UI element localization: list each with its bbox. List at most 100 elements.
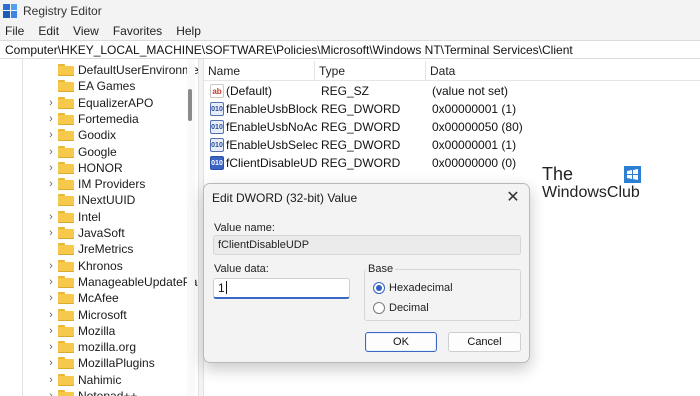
value-row[interactable]: 010 fEnableUsbNoAc... REG_DWORD 0x00000050 … — [204, 118, 700, 136]
chevron-right-icon[interactable]: › — [45, 111, 57, 127]
chevron-right-icon[interactable]: › — [45, 258, 57, 274]
tree-item[interactable]: › Mozilla — [0, 323, 190, 339]
chevron-right-icon[interactable]: › — [45, 290, 57, 306]
tree-item-label: McAfee — [78, 291, 119, 306]
folder-icon — [58, 259, 74, 272]
tree-item[interactable]: › HONOR — [0, 160, 190, 176]
value-name: fEnableUsbSelec... — [226, 138, 318, 152]
chevron-right-icon[interactable]: › — [45, 160, 57, 176]
tree-item[interactable]: › Notepad++ — [0, 388, 190, 396]
tree-item[interactable]: › Fortemedia — [0, 111, 190, 127]
chevron-right-icon[interactable]: › — [45, 127, 57, 143]
dword-value-icon: 010 — [210, 156, 224, 170]
folder-icon — [58, 112, 74, 125]
tree-item[interactable]: › MozillaPlugins — [0, 355, 190, 371]
ok-button[interactable]: OK — [365, 332, 437, 352]
tree-item[interactable]: › Khronos — [0, 258, 190, 274]
column-header-name[interactable]: Name — [204, 61, 315, 81]
close-icon[interactable]: ✕ — [500, 186, 526, 210]
tree-item[interactable]: › IM Providers — [0, 176, 190, 192]
radio-hexadecimal[interactable]: Hexadecimal — [373, 280, 453, 296]
dialog-title-bar[interactable]: Edit DWORD (32-bit) Value ✕ — [204, 184, 529, 213]
tree-scrollbar-thumb[interactable] — [188, 89, 192, 121]
chevron-right-icon[interactable]: › — [45, 307, 57, 323]
value-type: REG_DWORD — [321, 138, 401, 152]
tree-item[interactable]: EA Games — [0, 78, 190, 94]
menu-file[interactable]: File — [5, 24, 24, 38]
value-type: REG_DWORD — [321, 120, 401, 134]
tree-item[interactable]: › Goodix — [0, 127, 190, 143]
value-name-label: Value name: — [214, 222, 275, 234]
tree-item-label: IM Providers — [78, 177, 146, 192]
menu-help[interactable]: Help — [176, 24, 201, 38]
tree-item[interactable]: › JavaSoft — [0, 225, 190, 241]
tree-item-label: Khronos — [78, 258, 123, 273]
radio-selected-icon[interactable] — [373, 282, 385, 294]
value-row[interactable]: 010 fEnableUsbSelec... REG_DWORD 0x00000001… — [204, 136, 700, 154]
tree-item-label: EqualizerAPO — [78, 95, 154, 110]
folder-icon — [58, 210, 74, 223]
menu-bar: File Edit View Favorites Help — [0, 21, 700, 40]
chevron-right-icon[interactable]: › — [45, 209, 57, 225]
tree-item[interactable]: › EqualizerAPO — [0, 95, 190, 111]
chevron-right-icon[interactable]: › — [45, 372, 57, 388]
chevron-right-icon[interactable]: › — [45, 95, 57, 111]
cancel-button[interactable]: Cancel — [448, 332, 521, 352]
chevron-right-icon[interactable]: › — [45, 144, 57, 160]
folder-icon — [58, 96, 74, 109]
registry-editor-icon — [3, 3, 17, 18]
chevron-right-icon[interactable]: › — [45, 355, 57, 371]
tree-item[interactable]: DefaultUserEnvironme — [0, 62, 198, 78]
tree-item[interactable]: › Google — [0, 144, 190, 160]
value-name: fEnableUsbNoAc... — [226, 120, 318, 134]
chevron-right-icon[interactable]: › — [45, 274, 57, 290]
value-data-input[interactable]: 1 — [213, 278, 350, 299]
thewindowsclub-watermark: The WindowsClub — [542, 164, 652, 204]
chevron-right-icon[interactable]: › — [45, 339, 57, 355]
tree-item[interactable]: › Microsoft — [0, 307, 190, 323]
tree-item-label: Goodix — [78, 128, 117, 143]
tree-item[interactable]: › Nahimic — [0, 372, 190, 388]
folder-icon — [58, 243, 74, 256]
value-row[interactable]: 010 fEnableUsbBlock... REG_DWORD 0x00000001… — [204, 100, 700, 118]
radio-decimal-label: Decimal — [389, 302, 429, 314]
tree-item-label: Google — [78, 144, 117, 159]
column-header-type[interactable]: Type — [315, 61, 426, 81]
folder-icon — [58, 341, 74, 354]
tree-item[interactable]: › McAfee — [0, 290, 190, 306]
value-type: REG_SZ — [321, 84, 370, 98]
tree-item[interactable]: › mozilla.org — [0, 339, 190, 355]
menu-view[interactable]: View — [73, 24, 99, 38]
tree-item[interactable]: JreMetrics — [0, 241, 190, 257]
radio-hexadecimal-label: Hexadecimal — [389, 282, 453, 294]
chevron-right-icon[interactable]: › — [45, 388, 57, 396]
tree-item[interactable]: › Intel — [0, 209, 190, 225]
menu-favorites[interactable]: Favorites — [113, 24, 162, 38]
address-bar[interactable]: Computer\HKEY_LOCAL_MACHINE\SOFTWARE\Pol… — [0, 40, 700, 59]
value-row[interactable]: ab (Default) REG_SZ (value not set) — [204, 82, 700, 100]
radio-unselected-icon[interactable] — [373, 302, 385, 314]
tree-item[interactable]: INextUUID — [0, 192, 190, 208]
tree-item-label: JavaSoft — [78, 226, 125, 240]
tree-item[interactable]: › ManageableUpdatePa — [0, 274, 197, 290]
tree-item-label: Microsoft — [78, 307, 127, 322]
value-name-field: fClientDisableUDP — [213, 235, 521, 255]
tree-item-label: mozilla.org — [78, 340, 137, 355]
chevron-right-icon[interactable]: › — [45, 225, 57, 241]
title-bar: Registry Editor — [0, 0, 700, 21]
chevron-right-icon[interactable]: › — [45, 176, 57, 192]
folder-icon — [58, 80, 74, 93]
menu-edit[interactable]: Edit — [38, 24, 59, 38]
dialog-title: Edit DWORD (32-bit) Value — [212, 191, 358, 205]
folder-icon — [58, 161, 74, 174]
value-data-text: 1 — [218, 281, 225, 295]
string-value-icon: ab — [210, 84, 224, 98]
column-header-data[interactable]: Data — [426, 61, 700, 81]
value-data: 0x00000050 (80) — [432, 120, 523, 134]
tree-item-label: MozillaPlugins — [78, 356, 155, 371]
radio-decimal[interactable]: Decimal — [373, 300, 429, 316]
dword-value-icon: 010 — [210, 138, 224, 152]
folder-icon — [58, 324, 74, 337]
folder-icon — [58, 227, 74, 239]
chevron-right-icon[interactable]: › — [45, 323, 57, 339]
